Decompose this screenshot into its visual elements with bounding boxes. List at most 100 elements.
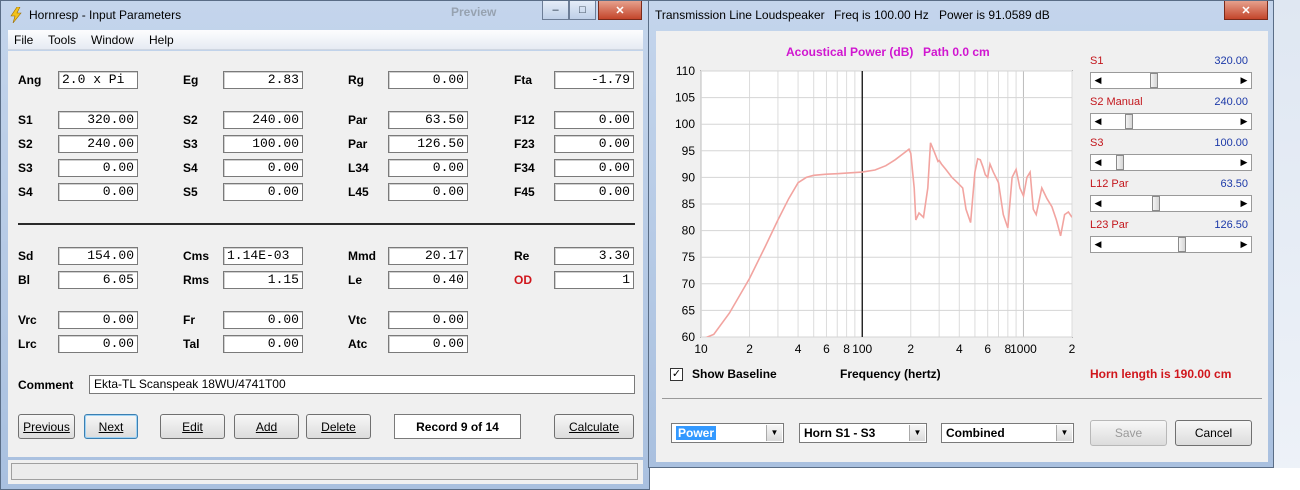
slider-thumb[interactable] xyxy=(1178,237,1187,252)
slider-l12[interactable]: ◀ ▶ xyxy=(1090,195,1252,212)
slider-l23[interactable]: ◀ ▶ xyxy=(1090,236,1252,253)
field-f12[interactable]: 0.00 xyxy=(554,111,634,129)
field-s2[interactable]: 240.00 xyxy=(223,111,303,129)
maximize-button[interactable]: □ xyxy=(569,1,596,20)
show-baseline-label[interactable]: Show Baseline xyxy=(692,367,777,381)
y-tick-label: 100 xyxy=(675,117,695,131)
menu-help[interactable]: Help xyxy=(149,33,174,47)
field-s2-row2[interactable]: 240.00 xyxy=(58,135,138,153)
arrow-left-icon[interactable]: ◀ xyxy=(1091,196,1105,211)
arrow-right-icon[interactable]: ▶ xyxy=(1237,73,1251,88)
field-atc[interactable]: 0.00 xyxy=(388,335,468,353)
arrow-right-icon[interactable]: ▶ xyxy=(1237,155,1251,170)
field-par-2[interactable]: 126.50 xyxy=(388,135,468,153)
slider-label-s1: S1 xyxy=(1090,55,1104,67)
menu-window[interactable]: Window xyxy=(91,33,134,47)
close-button[interactable]: ✕ xyxy=(598,1,642,20)
next-button[interactable]: Next xyxy=(84,414,138,439)
field-f23[interactable]: 0.00 xyxy=(554,135,634,153)
field-f45[interactable]: 0.00 xyxy=(554,183,634,201)
field-s3[interactable]: 100.00 xyxy=(223,135,303,153)
show-baseline-checkbox[interactable]: ✓ xyxy=(670,368,683,381)
label-vrc: Vrc xyxy=(18,313,37,327)
minimize-button[interactable]: – xyxy=(542,1,569,20)
label-s2: S2 xyxy=(183,113,198,127)
label-sd: Sd xyxy=(18,249,34,263)
arrow-left-icon[interactable]: ◀ xyxy=(1091,155,1105,170)
field-bl[interactable]: 6.05 xyxy=(58,271,138,289)
field-fta[interactable]: -1.79 xyxy=(554,71,634,89)
label-s3-row3: S3 xyxy=(18,161,33,175)
field-fr[interactable]: 0.00 xyxy=(223,311,303,329)
field-mmd[interactable]: 20.17 xyxy=(388,247,468,265)
title-bar[interactable]: Hornresp - Input Parameters Preview – □ … xyxy=(1,1,649,29)
field-vrc[interactable]: 0.00 xyxy=(58,311,138,329)
chevron-down-icon[interactable]: ▼ xyxy=(766,425,782,441)
label-lrc: Lrc xyxy=(18,337,37,351)
background-toolbar: Preview xyxy=(281,5,541,25)
menu-file[interactable]: File xyxy=(14,33,33,47)
field-l45[interactable]: 0.00 xyxy=(388,183,468,201)
field-sd[interactable]: 154.00 xyxy=(58,247,138,265)
field-rms[interactable]: 1.15 xyxy=(223,271,303,289)
range-select[interactable]: Horn S1 - S3 ▼ xyxy=(799,423,927,443)
arrow-right-icon[interactable]: ▶ xyxy=(1237,114,1251,129)
window-title-right: Transmission Line Loudspeaker xyxy=(655,8,825,22)
field-tal[interactable]: 0.00 xyxy=(223,335,303,353)
field-f34[interactable]: 0.00 xyxy=(554,159,634,177)
add-button[interactable]: Add xyxy=(234,414,299,439)
mode-select[interactable]: Power ▼ xyxy=(671,423,784,443)
save-button[interactable]: Save xyxy=(1090,420,1167,446)
power-response-chart: 606570758085909510010511010 2 4 6 8 100 2 4 6 810… xyxy=(675,64,1076,356)
slider-thumb[interactable] xyxy=(1149,73,1158,88)
field-od[interactable]: 1 xyxy=(554,271,634,289)
comment-field[interactable]: Ekta-TL Scanspeak 18WU/4741T00 xyxy=(89,375,635,394)
field-lrc[interactable]: 0.00 xyxy=(58,335,138,353)
menu-tools[interactable]: Tools xyxy=(48,33,76,47)
previous-button[interactable]: Previous xyxy=(18,414,75,439)
field-eg[interactable]: 2.83 xyxy=(223,71,303,89)
slider-thumb[interactable] xyxy=(1116,155,1125,170)
y-tick-label: 85 xyxy=(682,197,696,211)
arrow-right-icon[interactable]: ▶ xyxy=(1237,237,1251,252)
field-s1[interactable]: 320.00 xyxy=(58,111,138,129)
title-bar-right[interactable]: Transmission Line Loudspeaker Freq is 10… xyxy=(649,1,1273,29)
field-par-1[interactable]: 63.50 xyxy=(388,111,468,129)
label-atc: Atc xyxy=(348,337,368,351)
slider-s3[interactable]: ◀ ▶ xyxy=(1090,154,1252,171)
chevron-down-icon[interactable]: ▼ xyxy=(909,425,925,441)
x-tick-label: 2 xyxy=(907,342,914,356)
record-indicator: Record 9 of 14 xyxy=(394,414,521,439)
slider-s2[interactable]: ◀ ▶ xyxy=(1090,113,1252,130)
slider-label-l23: L23 Par xyxy=(1090,219,1129,231)
close-button-right[interactable]: ✕ xyxy=(1224,1,1268,20)
field-s4[interactable]: 0.00 xyxy=(223,159,303,177)
arrow-left-icon[interactable]: ◀ xyxy=(1091,237,1105,252)
field-l34[interactable]: 0.00 xyxy=(388,159,468,177)
slider-thumb[interactable] xyxy=(1152,196,1161,211)
field-s5[interactable]: 0.00 xyxy=(223,183,303,201)
combination-select[interactable]: Combined ▼ xyxy=(941,423,1074,443)
slider-thumb[interactable] xyxy=(1124,114,1133,129)
field-vtc[interactable]: 0.00 xyxy=(388,311,468,329)
calculate-button[interactable]: Calculate xyxy=(554,414,634,439)
field-s4-row4[interactable]: 0.00 xyxy=(58,183,138,201)
chevron-down-icon[interactable]: ▼ xyxy=(1056,425,1072,441)
field-cms[interactable]: 1.14E-03 xyxy=(223,247,303,265)
label-par-1: Par xyxy=(348,113,368,127)
arrow-right-icon[interactable]: ▶ xyxy=(1237,196,1251,211)
field-ang[interactable]: 2.0 x Pi xyxy=(58,71,138,89)
field-le[interactable]: 0.40 xyxy=(388,271,468,289)
field-re[interactable]: 3.30 xyxy=(554,247,634,265)
menu-bar: File Tools Window Help xyxy=(8,30,643,50)
delete-button[interactable]: Delete xyxy=(306,414,371,439)
edit-button[interactable]: Edit xyxy=(160,414,225,439)
cancel-button[interactable]: Cancel xyxy=(1175,420,1252,446)
arrow-left-icon[interactable]: ◀ xyxy=(1091,73,1105,88)
field-rg[interactable]: 0.00 xyxy=(388,71,468,89)
arrow-left-icon[interactable]: ◀ xyxy=(1091,114,1105,129)
background-app-edge xyxy=(1274,0,1300,490)
power-readout: Power is 91.0589 dB xyxy=(939,8,1050,22)
field-s3-row3[interactable]: 0.00 xyxy=(58,159,138,177)
slider-s1[interactable]: ◀ ▶ xyxy=(1090,72,1252,89)
